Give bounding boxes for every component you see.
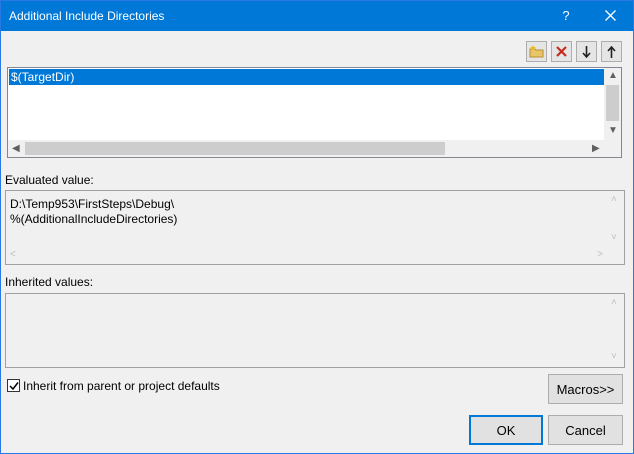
- list-item-selected[interactable]: $(TargetDir): [9, 69, 605, 85]
- checkmark-icon: [9, 382, 19, 391]
- move-down-icon: [582, 45, 591, 58]
- inherited-vertical-scrollbar[interactable]: ˄ ˅: [607, 294, 624, 367]
- evaluated-value-box[interactable]: D:\Temp953\FirstSteps\Debug\ %(Additiona…: [5, 190, 625, 265]
- scroll-up-icon[interactable]: ˄: [611, 298, 617, 308]
- scroll-down-icon[interactable]: ˅: [611, 352, 617, 362]
- new-folder-icon: [529, 45, 544, 58]
- scroll-left-icon[interactable]: ◀: [12, 144, 20, 154]
- scroll-down-icon[interactable]: ▼: [608, 126, 618, 136]
- move-down-button[interactable]: [576, 41, 597, 62]
- move-up-icon: [607, 45, 616, 58]
- scroll-right-icon[interactable]: ▶: [592, 144, 600, 154]
- scrollbar-thumb[interactable]: [25, 142, 445, 155]
- inherited-values-box[interactable]: ˄ ˅: [5, 293, 625, 368]
- title-bar[interactable]: Additional Include Directories ?: [1, 1, 633, 31]
- inherit-checkbox-label[interactable]: Inherit from parent or project defaults: [23, 379, 220, 393]
- evaluated-value-text: D:\Temp953\FirstSteps\Debug\ %(Additiona…: [10, 197, 177, 227]
- ok-button[interactable]: OK: [469, 415, 543, 445]
- evaluated-horizontal-scrollbar[interactable]: ˂ ˃: [6, 247, 607, 264]
- cancel-button[interactable]: Cancel: [548, 415, 623, 445]
- dialog-title: Additional Include Directories: [9, 9, 165, 23]
- help-button[interactable]: ?: [549, 1, 583, 31]
- inherit-checkbox[interactable]: [7, 379, 20, 392]
- scrollbar-thumb[interactable]: [606, 85, 619, 121]
- close-icon: [604, 10, 616, 21]
- scroll-left-icon[interactable]: ˂: [10, 250, 16, 260]
- scroll-right-icon[interactable]: ˃: [597, 250, 603, 260]
- scroll-down-icon[interactable]: ˅: [611, 233, 617, 243]
- dialog-window: Additional Include Directories ? $(Targe…: [0, 0, 634, 454]
- close-button[interactable]: [593, 1, 627, 31]
- evaluated-vertical-scrollbar[interactable]: ˄ ˅: [607, 191, 624, 247]
- evaluated-line: D:\Temp953\FirstSteps\Debug\: [10, 197, 175, 211]
- evaluated-value-label: Evaluated value:: [5, 173, 94, 187]
- new-line-button[interactable]: [526, 41, 547, 62]
- list-vertical-scrollbar[interactable]: ▲ ▼: [604, 68, 621, 140]
- delete-icon: [556, 46, 567, 57]
- scroll-up-icon[interactable]: ▲: [608, 71, 618, 81]
- macros-button[interactable]: Macros>>: [548, 374, 623, 404]
- list-horizontal-scrollbar[interactable]: ◀ ▶: [8, 140, 621, 157]
- delete-button[interactable]: [551, 41, 572, 62]
- directory-list[interactable]: $(TargetDir) ▲ ▼ ◀ ▶: [7, 67, 622, 158]
- inherited-values-label: Inherited values:: [5, 275, 94, 289]
- move-up-button[interactable]: [601, 41, 622, 62]
- evaluated-line: %(AdditionalIncludeDirectories): [10, 212, 178, 226]
- scroll-up-icon[interactable]: ˄: [611, 195, 617, 205]
